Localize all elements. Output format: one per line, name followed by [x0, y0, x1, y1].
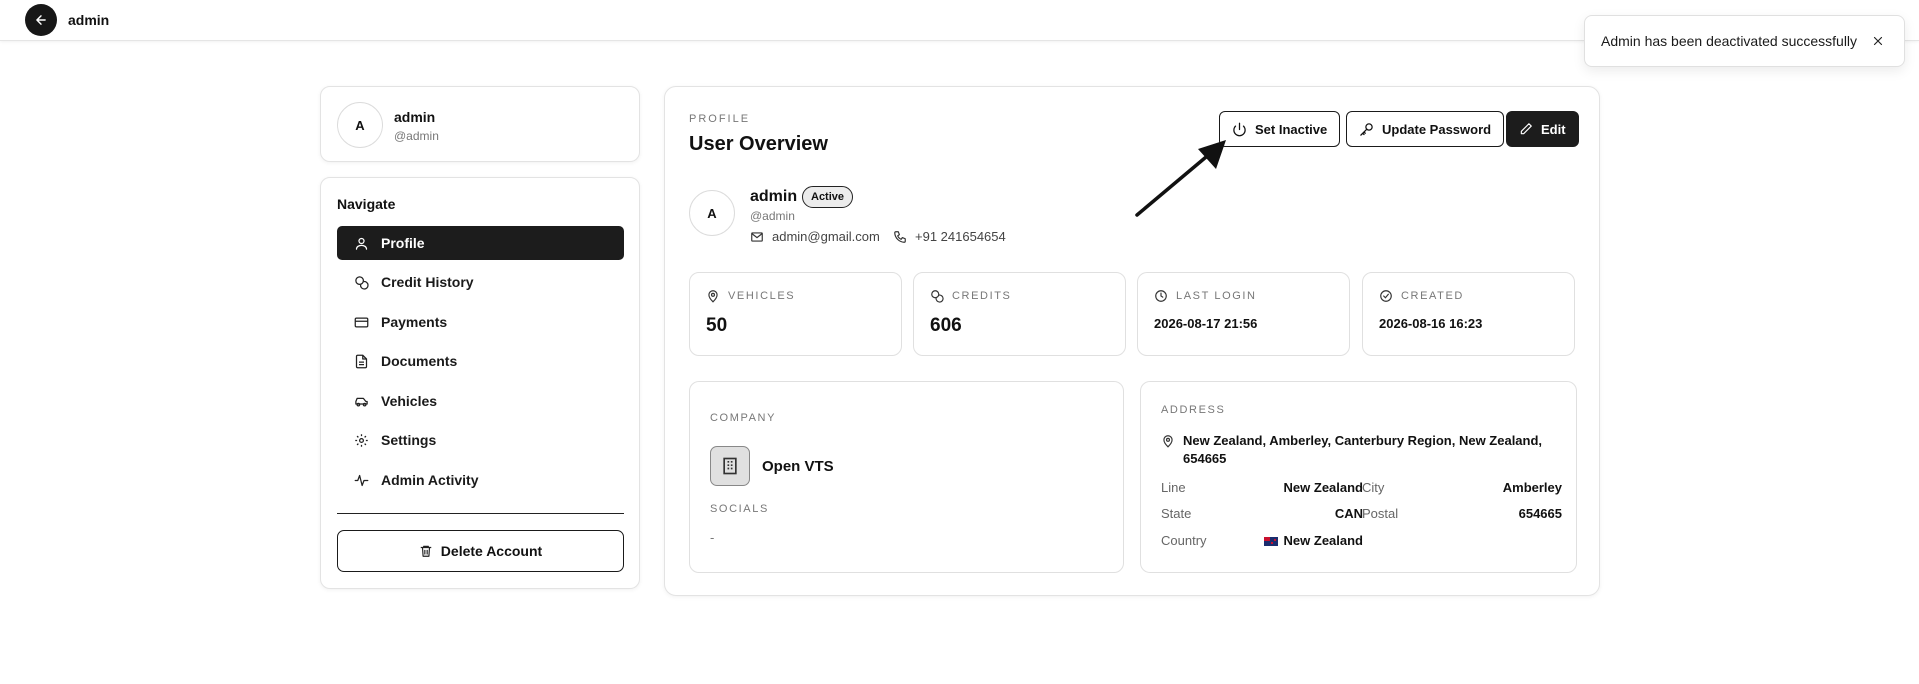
trash-icon — [419, 544, 433, 558]
line-value: New Zealand — [1283, 480, 1363, 495]
stat-label: CREDITS — [952, 290, 1012, 302]
country-value-text: New Zealand — [1283, 533, 1363, 548]
coins-icon — [930, 289, 944, 303]
stat-card-last-login: LAST LOGIN 2026-08-17 21:56 — [1137, 272, 1350, 356]
user-icon — [353, 235, 369, 251]
building-icon — [710, 446, 750, 486]
stat-label: LAST LOGIN — [1176, 290, 1257, 302]
arrow-left-icon — [36, 15, 46, 25]
back-button[interactable] — [25, 4, 57, 36]
phone-text: +91 241654654 — [915, 229, 1006, 244]
section-title: User Overview — [689, 133, 828, 155]
user-name: admin — [394, 109, 436, 125]
sidebar-item-label: Credit History — [381, 274, 474, 290]
nav-divider — [337, 513, 624, 514]
city-label: City — [1362, 480, 1385, 495]
nav-heading: Navigate — [337, 196, 396, 212]
set-inactive-button[interactable]: Set Inactive — [1219, 111, 1341, 147]
sidebar-item-label: Payments — [381, 314, 448, 330]
close-icon — [1873, 36, 1883, 46]
section-eyebrow: PROFILE — [689, 113, 751, 125]
user-handle: @admin — [394, 129, 439, 143]
nz-flag-icon — [1263, 537, 1278, 547]
coins-icon — [353, 274, 369, 290]
pencil-icon — [1519, 122, 1533, 136]
city-value: Amberley — [1502, 480, 1562, 495]
stat-value: 606 — [930, 315, 962, 336]
country-label: Country — [1161, 533, 1207, 548]
annotation-arrow — [1135, 140, 1226, 217]
country-value: New Zealand — [1221, 533, 1363, 548]
mail-icon — [750, 230, 764, 244]
postal-label: Postal — [1362, 506, 1399, 521]
sidebar-item-documents[interactable]: Documents — [337, 344, 624, 378]
sidebar-item-label: Documents — [381, 353, 458, 369]
edit-label: Edit — [1541, 121, 1566, 137]
status-badge: Active — [802, 186, 854, 208]
sidebar-item-profile[interactable]: Profile — [337, 226, 624, 260]
car-icon — [353, 393, 369, 409]
update-password-label: Update Password — [1382, 121, 1492, 137]
profile-email: admin@gmail.com — [750, 229, 880, 244]
sidebar-item-credit-history[interactable]: Credit History — [337, 265, 624, 299]
user-summary-card: A admin @admin — [320, 86, 640, 162]
power-icon — [1232, 122, 1247, 137]
sidebar-item-vehicles[interactable]: Vehicles — [337, 384, 624, 418]
check-circle-icon — [1379, 289, 1393, 303]
edit-button[interactable]: Edit — [1506, 111, 1579, 147]
address-full-text: New Zealand, Amberley, Canterbury Region… — [1183, 433, 1543, 466]
sidebar-item-payments[interactable]: Payments — [337, 305, 624, 339]
gear-icon — [353, 432, 369, 448]
stat-value: 50 — [706, 315, 728, 336]
line-label: Line — [1161, 480, 1186, 495]
company-label: COMPANY — [710, 412, 777, 424]
stat-value: 2026-08-17 21:56 — [1154, 316, 1258, 331]
page-title: admin — [68, 12, 110, 28]
stat-card-credits: CREDITS 606 — [913, 272, 1126, 356]
key-icon — [1359, 122, 1374, 137]
document-icon — [353, 353, 369, 369]
map-pin-icon — [706, 289, 720, 303]
socials-value: - — [710, 530, 715, 545]
address-full: New Zealand, Amberley, Canterbury Region… — [1161, 432, 1561, 468]
sidebar-item-settings[interactable]: Settings — [337, 423, 624, 457]
profile-name: admin — [750, 188, 798, 205]
state-value: CAN — [1334, 506, 1363, 521]
delete-account-label: Delete Account — [440, 543, 543, 559]
company-card: COMPANY Open VTS SOCIALS - — [689, 381, 1124, 573]
toast-close-button[interactable] — [1868, 31, 1888, 51]
map-pin-icon — [1161, 434, 1175, 468]
update-password-button[interactable]: Update Password — [1346, 111, 1505, 147]
email-text: admin@gmail.com — [772, 229, 880, 244]
avatar: A — [337, 102, 383, 148]
stat-card-vehicles: VEHICLES 50 — [689, 272, 902, 356]
profile-handle: @admin — [750, 209, 795, 223]
stat-value: 2026-08-16 16:23 — [1379, 316, 1483, 331]
navigation-card: Navigate Profile Credit History Payments… — [320, 177, 640, 589]
stat-label: CREATED — [1401, 290, 1464, 302]
stat-label: VEHICLES — [728, 290, 796, 302]
credit-card-icon — [353, 314, 369, 330]
profile-phone: +91 241654654 — [893, 229, 1006, 244]
postal-value: 654665 — [1518, 506, 1562, 521]
address-card: ADDRESS New Zealand, Amberley, Canterbur… — [1140, 381, 1577, 573]
toast-notification: Admin has been deactivated successfully — [1584, 15, 1905, 67]
clock-icon — [1154, 289, 1168, 303]
address-label: ADDRESS — [1161, 404, 1226, 416]
sidebar-item-label: Settings — [381, 432, 437, 448]
delete-account-button[interactable]: Delete Account — [337, 530, 624, 572]
company-name: Open VTS — [762, 458, 834, 475]
toast-message: Admin has been deactivated successfully — [1601, 33, 1858, 49]
activity-icon — [353, 472, 369, 488]
sidebar-item-label: Profile — [381, 235, 425, 251]
state-label: State — [1161, 506, 1192, 521]
set-inactive-label: Set Inactive — [1255, 121, 1328, 137]
socials-label: SOCIALS — [710, 503, 769, 515]
phone-icon — [893, 230, 907, 244]
stat-card-created: CREATED 2026-08-16 16:23 — [1362, 272, 1575, 356]
sidebar-item-label: Admin Activity — [381, 472, 479, 488]
sidebar-item-admin-activity[interactable]: Admin Activity — [337, 463, 624, 497]
profile-avatar: A — [689, 190, 735, 236]
sidebar-item-label: Vehicles — [381, 393, 438, 409]
